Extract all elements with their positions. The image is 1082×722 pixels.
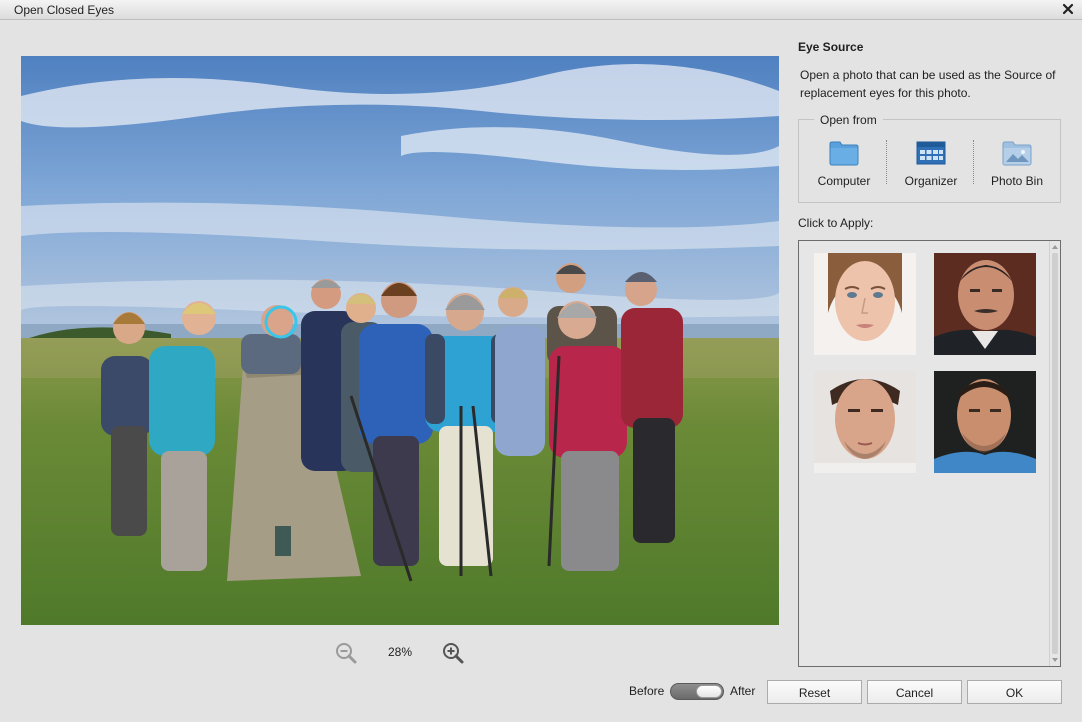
before-after-toggle[interactable] — [670, 683, 724, 700]
click-to-apply-label: Click to Apply: — [798, 216, 874, 230]
eye-source-thumbnail[interactable] — [814, 253, 916, 355]
zoom-out-icon[interactable] — [334, 641, 358, 665]
reset-button[interactable]: Reset — [767, 680, 862, 704]
divider — [886, 140, 887, 184]
scroll-down-icon[interactable] — [1052, 658, 1058, 662]
after-label: After — [730, 684, 756, 698]
eye-source-description: Open a photo that can be used as the Sou… — [800, 68, 1056, 100]
face-older-man-image — [934, 253, 1036, 355]
eye-source-gallery — [798, 240, 1061, 667]
gallery-scrollbar[interactable] — [1049, 241, 1060, 666]
ok-button[interactable]: OK — [967, 680, 1062, 704]
face-man-dark-bg-image — [934, 371, 1036, 473]
organizer-label: Organizer — [904, 174, 958, 188]
eye-source-thumbnail[interactable] — [934, 371, 1036, 473]
open-from-computer-button[interactable]: Computer — [804, 140, 884, 188]
face-young-man-image — [814, 371, 916, 473]
photo-bin-label: Photo Bin — [990, 174, 1044, 188]
scroll-thumb[interactable] — [1052, 253, 1058, 654]
open-from-photo-bin-button[interactable]: Photo Bin — [977, 140, 1057, 188]
open-from-organizer-button[interactable]: Organizer — [891, 140, 971, 188]
title-bar: Open Closed Eyes — [0, 0, 1082, 20]
computer-label: Computer — [817, 174, 871, 188]
group-photo — [21, 56, 779, 625]
cancel-button[interactable]: Cancel — [867, 680, 962, 704]
folder-icon — [829, 141, 859, 166]
eye-source-thumbnail[interactable] — [934, 253, 1036, 355]
divider — [973, 140, 974, 184]
photo-bin-icon — [1002, 141, 1032, 166]
photo-preview[interactable] — [21, 56, 779, 625]
zoom-level: 28% — [387, 645, 413, 659]
toggle-knob — [696, 685, 722, 698]
open-from-legend: Open from — [814, 113, 883, 127]
face-woman-image — [814, 253, 916, 355]
eye-source-thumbnail[interactable] — [814, 371, 916, 473]
zoom-in-icon[interactable] — [441, 641, 465, 665]
window-title: Open Closed Eyes — [14, 3, 115, 17]
close-icon[interactable] — [1060, 1, 1076, 17]
scroll-up-icon[interactable] — [1052, 245, 1058, 249]
organizer-grid-icon — [916, 141, 946, 165]
eye-source-title: Eye Source — [798, 40, 864, 54]
before-label: Before — [629, 684, 665, 698]
